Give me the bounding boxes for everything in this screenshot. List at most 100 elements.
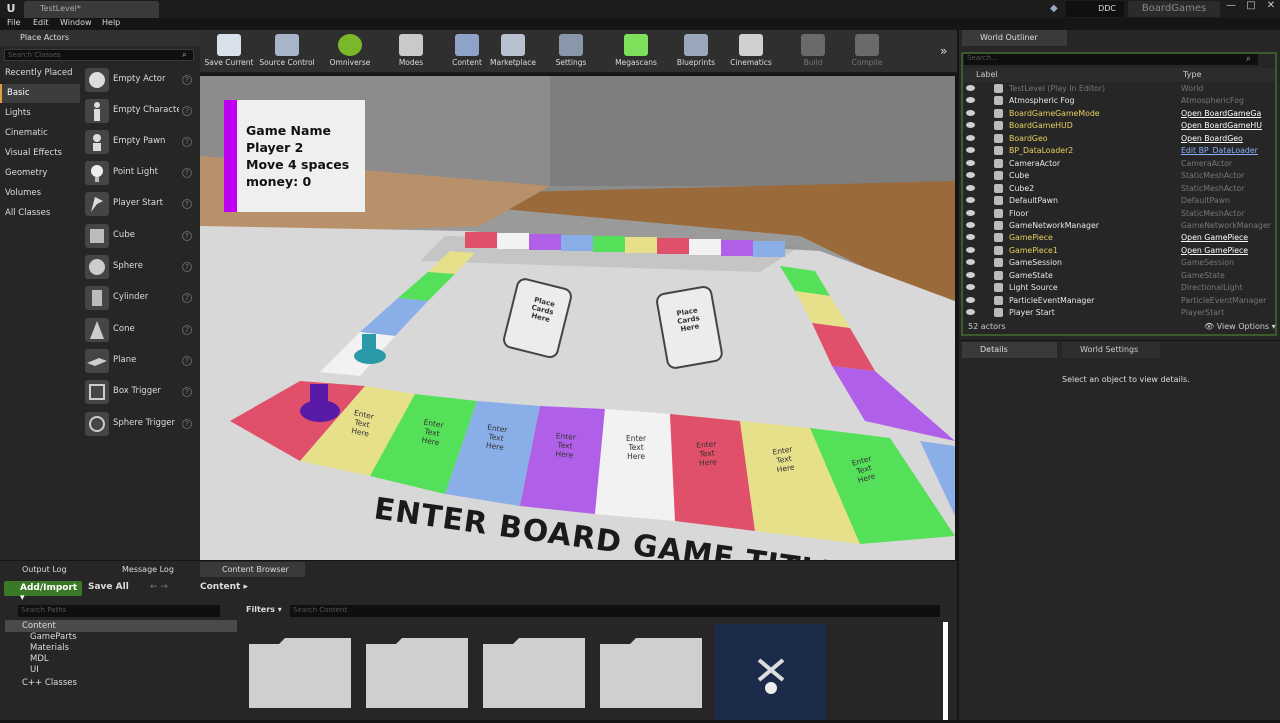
outliner-row[interactable]: GameState GameState — [963, 270, 1267, 282]
blueprints-button[interactable]: Blueprints — [675, 32, 717, 72]
help-icon[interactable]: ? — [182, 168, 192, 178]
folder-tile[interactable] — [366, 636, 468, 708]
visibility-eye-icon[interactable] — [966, 134, 975, 141]
search-classes-input[interactable]: Search Classes — [4, 49, 194, 61]
actor-cone[interactable]: Cone? — [82, 316, 196, 346]
visibility-eye-icon[interactable] — [966, 246, 975, 253]
outliner-row[interactable]: CameraActor CameraActor — [963, 158, 1267, 170]
visibility-eye-icon[interactable] — [966, 309, 975, 316]
visibility-eye-icon[interactable] — [966, 259, 975, 266]
tab-output-log[interactable]: Output Log — [0, 562, 100, 577]
sky-icon[interactable]: ◆ — [1050, 3, 1062, 15]
actor-cube[interactable]: Cube? — [82, 222, 196, 252]
visibility-eye-icon[interactable] — [966, 184, 975, 191]
folder-tile[interactable] — [483, 636, 585, 708]
history-arrows-icon[interactable]: ← → — [150, 582, 168, 592]
tree-item-materials[interactable]: Materials — [30, 643, 69, 653]
place-actors-tab[interactable]: Place Actors — [0, 30, 200, 46]
category-recently-placed[interactable]: Recently Placed — [0, 64, 80, 83]
outliner-row[interactable]: BP_DataLoader2 Edit BP_DataLoader — [963, 145, 1267, 157]
category-all-classes[interactable]: All Classes — [0, 204, 80, 223]
tab-message-log[interactable]: Message Log — [100, 562, 200, 577]
world-outliner-tab[interactable]: World Outliner — [962, 30, 1067, 46]
content-button[interactable]: Content — [449, 32, 485, 72]
world-settings-tab[interactable]: World Settings — [1062, 342, 1160, 358]
actor-empty-pawn[interactable]: Empty Pawn? — [82, 128, 196, 158]
search-icon[interactable]: ⌕ — [182, 50, 187, 60]
outliner-row[interactable]: ParticleEventManager ParticleEventManager — [963, 295, 1267, 307]
actor-box-trigger[interactable]: Box Trigger? — [82, 378, 196, 408]
visibility-eye-icon[interactable] — [966, 85, 975, 91]
actor-cylinder[interactable]: Cylinder? — [82, 284, 196, 314]
menu-edit[interactable]: Edit — [33, 18, 49, 27]
settings-button[interactable]: Settings — [552, 32, 590, 72]
menu-window[interactable]: Window — [60, 18, 92, 27]
outliner-row[interactable]: BoardGameGameMode Open BoardGameGa — [963, 108, 1267, 120]
build-button[interactable]: Build — [798, 32, 828, 72]
outliner-row[interactable]: DefaultPawn DefaultPawn — [963, 195, 1267, 207]
search-content-input[interactable]: Search Content — [290, 605, 940, 617]
visibility-eye-icon[interactable] — [966, 197, 975, 204]
help-icon[interactable]: ? — [182, 75, 192, 85]
outliner-row-type[interactable]: Open GamePiece — [1181, 246, 1248, 255]
cinematics-button[interactable]: Cinematics — [729, 32, 773, 72]
visibility-eye-icon[interactable] — [966, 234, 975, 241]
outliner-row-type[interactable]: Open BoardGameHU — [1181, 121, 1262, 130]
actor-sphere-trigger[interactable]: Sphere Trigger? — [82, 410, 196, 440]
minimize-button[interactable]: — — [1222, 0, 1240, 16]
scrollbar[interactable] — [943, 622, 948, 720]
outliner-row-type[interactable]: Open GamePiece — [1181, 233, 1248, 242]
visibility-eye-icon[interactable] — [966, 109, 975, 116]
search-paths-input[interactable]: Search Paths — [18, 605, 220, 617]
outliner-row[interactable]: Cube StaticMeshActor — [963, 170, 1267, 182]
category-geometry[interactable]: Geometry — [0, 164, 80, 183]
breadcrumb-content[interactable]: Content ▸ — [200, 582, 248, 592]
megascans-button[interactable]: Megascans — [612, 32, 660, 72]
outliner-row[interactable]: TestLevel (Play In Editor) World — [963, 83, 1267, 95]
category-volumes[interactable]: Volumes — [0, 184, 80, 203]
modes-button[interactable]: Modes — [393, 32, 429, 72]
help-icon[interactable]: ? — [182, 325, 192, 335]
help-icon[interactable]: ? — [182, 387, 192, 397]
help-icon[interactable]: ? — [182, 231, 192, 241]
close-button[interactable]: ✕ — [1262, 0, 1280, 16]
compile-button[interactable]: Compile — [848, 32, 886, 72]
tree-item-mdl[interactable]: MDL — [30, 654, 49, 664]
tree-item-cpp-classes[interactable]: C++ Classes — [22, 678, 77, 688]
actor-empty-character[interactable]: Empty Characte? — [82, 97, 196, 127]
outliner-row-type[interactable]: Open BoardGameGa — [1181, 109, 1261, 118]
outliner-row[interactable]: BoardGeo Open BoardGeo — [963, 133, 1267, 145]
outliner-row[interactable]: Player Start PlayerStart — [963, 307, 1267, 319]
actor-point-light[interactable]: Point Light? — [82, 159, 196, 189]
visibility-eye-icon[interactable] — [966, 172, 975, 179]
visibility-eye-icon[interactable] — [966, 122, 975, 129]
tree-item-content[interactable]: Content — [22, 621, 56, 631]
maximize-button[interactable]: □ — [1242, 0, 1260, 16]
folder-tile[interactable] — [249, 636, 351, 708]
actor-sphere[interactable]: Sphere? — [82, 253, 196, 283]
column-label[interactable]: Label — [976, 70, 998, 79]
menu-help[interactable]: Help — [102, 18, 120, 27]
asset-tile[interactable] — [715, 624, 826, 720]
visibility-eye-icon[interactable] — [966, 159, 975, 166]
details-tab[interactable]: Details — [962, 342, 1057, 358]
outliner-row[interactable]: Cube2 StaticMeshActor — [963, 183, 1267, 195]
visibility-eye-icon[interactable] — [966, 271, 975, 278]
outliner-row-type[interactable]: Edit BP_DataLoader — [1181, 146, 1258, 155]
menu-file[interactable]: File — [7, 18, 20, 27]
help-icon[interactable]: ? — [182, 106, 192, 116]
folder-tile[interactable] — [600, 636, 702, 708]
toolbar-overflow-icon[interactable]: » — [940, 44, 947, 58]
tree-item-ui[interactable]: UI — [30, 665, 39, 675]
outliner-row[interactable]: GamePiece1 Open GamePiece — [963, 245, 1267, 257]
filters-button[interactable]: Filters ▾ — [246, 605, 282, 614]
search-icon[interactable]: ⌕ — [1246, 54, 1251, 64]
visibility-eye-icon[interactable] — [966, 97, 975, 104]
actor-empty-actor[interactable]: Empty Actor? — [82, 66, 196, 96]
add-import-button[interactable]: Add/Import ▾ — [4, 581, 82, 603]
outliner-row[interactable]: Light Source DirectionalLight — [963, 282, 1267, 294]
source-control-button[interactable]: Source Control — [257, 32, 317, 72]
visibility-eye-icon[interactable] — [966, 284, 975, 291]
outliner-row[interactable]: GamePiece Open GamePiece — [963, 232, 1267, 244]
tree-item-gameparts[interactable]: GameParts — [30, 632, 77, 642]
